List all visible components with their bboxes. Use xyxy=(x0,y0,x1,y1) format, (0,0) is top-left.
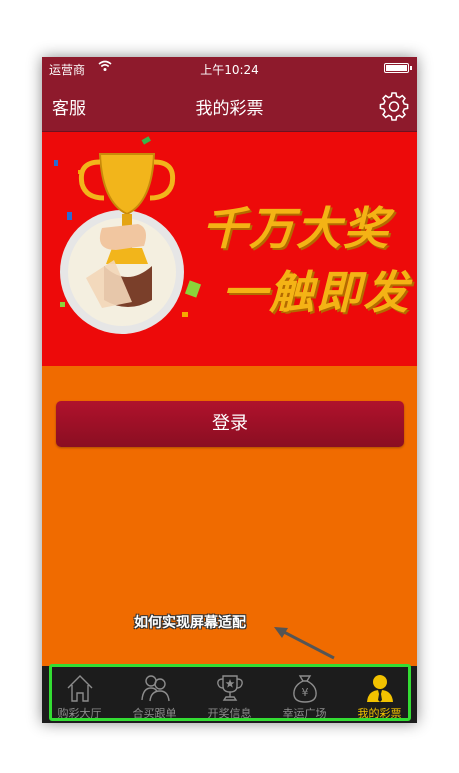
tab-draw-info[interactable]: 开奖信息 xyxy=(192,666,267,723)
trophy-icon xyxy=(216,675,243,701)
annotation-text: 如何实现屏幕适配 xyxy=(134,615,246,631)
clock: 上午10:24 xyxy=(200,63,259,77)
svg-text:¥: ¥ xyxy=(301,686,308,699)
tab-lottery-hall[interactable]: 购彩大厅 xyxy=(42,666,117,723)
navigation-bar: 客服 我的彩票 xyxy=(42,79,417,132)
status-bar: 运营商 上午10:24 xyxy=(42,57,417,79)
tab-label: 合买跟单 xyxy=(132,707,177,720)
tab-label: 我的彩票 xyxy=(357,707,402,720)
battery-icon xyxy=(384,63,409,73)
battery-tip xyxy=(410,66,412,70)
group-icon xyxy=(140,675,170,702)
tab-label: 购彩大厅 xyxy=(57,707,102,720)
user-icon xyxy=(366,675,393,702)
gear-icon[interactable] xyxy=(379,91,409,121)
home-icon xyxy=(67,675,92,702)
login-button[interactable]: 登录 xyxy=(56,401,404,447)
page-title: 我的彩票 xyxy=(195,99,264,119)
phone-screen: 运营商 上午10:24 客服 我的彩票 千万大奖 一触即发 登录 如何实现屏幕适… xyxy=(42,57,417,723)
tab-lucky-square[interactable]: ¥ 幸运广场 xyxy=(267,666,342,723)
promo-banner[interactable]: 千万大奖 一触即发 xyxy=(42,132,417,366)
banner-headline-2: 一触即发 xyxy=(222,266,411,319)
tab-bar: 购彩大厅 合买跟单 开奖信息 ¥ 幸运广场 我的彩票 xyxy=(42,666,417,723)
tab-label: 开奖信息 xyxy=(207,707,252,720)
tab-my-lottery[interactable]: 我的彩票 xyxy=(342,666,417,723)
tab-group-buy[interactable]: 合买跟单 xyxy=(117,666,192,723)
money-bag-icon: ¥ xyxy=(292,675,317,703)
tab-label: 幸运广场 xyxy=(282,707,327,720)
annotation-arrow xyxy=(274,627,335,660)
banner-headline-1: 千万大奖 xyxy=(202,202,391,255)
